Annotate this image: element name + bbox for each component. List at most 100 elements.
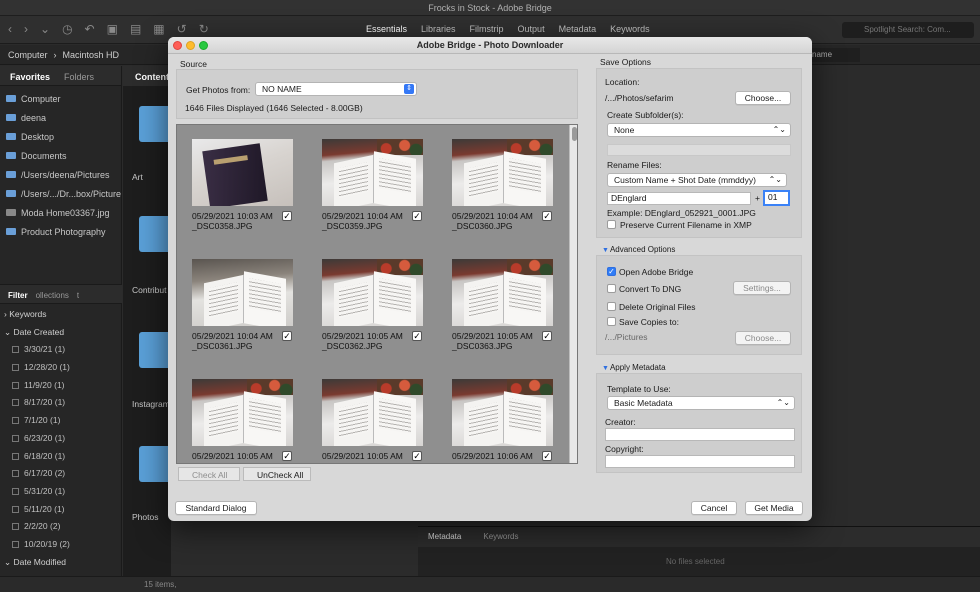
tab-collections[interactable]: ollections — [36, 291, 69, 303]
tab-content[interactable]: Content — [123, 66, 171, 86]
filter-date-item[interactable]: 5/11/20 (1) — [0, 501, 122, 519]
workspace-essentials[interactable]: Essentials — [366, 24, 407, 34]
thumbnail[interactable]: 05/29/2021 10:05 AM ✓ — [307, 379, 437, 463]
filter-checkbox[interactable] — [12, 470, 19, 478]
favorite-item[interactable]: /Users/.../Dr...box/Pictures — [0, 185, 121, 204]
thumbnail[interactable]: 05/29/2021 10:06 AM ✓ — [437, 379, 567, 463]
standard-dialog-button[interactable]: Standard Dialog — [175, 501, 257, 515]
advanced-options-toggle[interactable]: ▼Advanced Options — [602, 245, 675, 254]
scrollbar-thumb[interactable] — [572, 127, 577, 141]
filter-date-item[interactable]: 11/9/20 (1) — [0, 377, 122, 395]
filter-checkbox[interactable] — [12, 487, 19, 495]
thumbnail-checkbox[interactable]: ✓ — [542, 331, 552, 341]
favorite-item[interactable]: Product Photography — [0, 223, 121, 242]
rotate-right-icon[interactable]: ↻ — [199, 22, 209, 36]
filter-checkbox[interactable] — [12, 523, 19, 531]
forward-icon[interactable]: › — [24, 22, 28, 36]
folder-icon[interactable] — [139, 216, 171, 252]
thumbnail-grid[interactable]: 05/29/2021 10:03 AM _DSC0358.JPG ✓ 05/29/… — [176, 124, 578, 464]
breadcrumb-macintosh-hd[interactable]: Macintosh HD — [63, 50, 120, 60]
favorite-item[interactable]: Computer — [0, 90, 121, 109]
workspace-filmstrip[interactable]: Filmstrip — [470, 24, 504, 34]
rename-files-select[interactable]: Custom Name + Shot Date (mmddyy) ⌃⌄ — [607, 173, 787, 187]
chevron-down-icon[interactable]: ⌄ — [40, 22, 50, 36]
tab-keywords[interactable]: Keywords — [483, 532, 518, 547]
thumbnail-checkbox[interactable]: ✓ — [412, 451, 422, 461]
thumbnail-checkbox[interactable]: ✓ — [412, 211, 422, 221]
filter-date-item[interactable]: 6/17/20 (2) — [0, 465, 122, 483]
sequence-input[interactable]: 01 — [763, 190, 790, 206]
workspace-libraries[interactable]: Libraries — [421, 24, 456, 34]
photo-thumbnail[interactable] — [322, 259, 423, 326]
template-select[interactable]: Basic Metadata ⌃⌄ — [607, 396, 795, 410]
filter-date-modified[interactable]: ⌄ Date Modified — [0, 554, 122, 572]
filter-checkbox[interactable] — [12, 434, 19, 442]
filter-checkbox[interactable] — [12, 505, 19, 513]
create-subfolders-select[interactable]: None ⌃⌄ — [607, 123, 791, 137]
dng-settings-button[interactable]: Settings... — [733, 281, 791, 295]
filter-date-item[interactable]: 8/17/20 (1) — [0, 394, 122, 412]
thumbnail[interactable]: 05/29/2021 10:05 AM _DSC0362.JPG ✓ — [307, 259, 437, 379]
creator-input[interactable] — [605, 428, 795, 441]
thumbnail-checkbox[interactable]: ✓ — [542, 451, 552, 461]
thumbnail[interactable]: 05/29/2021 10:04 AM _DSC0360.JPG ✓ — [437, 139, 567, 259]
tab-export[interactable]: t — [77, 291, 79, 303]
thumbnail[interactable]: 05/29/2021 10:05 AM ✓ — [177, 379, 307, 463]
tab-filter[interactable]: Filter — [8, 291, 28, 303]
photo-thumbnail[interactable] — [452, 259, 553, 326]
thumbnail-checkbox[interactable]: ✓ — [542, 211, 552, 221]
filter-date-created[interactable]: ⌄ Date Created — [0, 324, 122, 342]
photo-thumbnail[interactable] — [452, 139, 553, 206]
favorite-item[interactable]: Moda Home03367.jpg — [0, 204, 121, 223]
filter-date-item[interactable]: 5/31/20 (1) — [0, 483, 122, 501]
folder-icon[interactable] — [139, 332, 171, 368]
favorite-item[interactable]: /Users/deena/Pictures — [0, 166, 121, 185]
filter-checkbox[interactable] — [12, 540, 19, 548]
filter-checkbox[interactable] — [12, 452, 19, 460]
get-photos-select[interactable]: NO NAME ⇕ — [255, 82, 417, 96]
tab-favorites[interactable]: Favorites — [10, 72, 50, 85]
custom-name-input[interactable]: DEnglard — [607, 192, 751, 205]
save-copies-checkbox[interactable] — [607, 317, 616, 326]
photo-thumbnail[interactable] — [192, 139, 293, 206]
check-all-button[interactable]: Check All — [178, 467, 240, 481]
favorite-item[interactable]: Documents — [0, 147, 121, 166]
workspace-output[interactable]: Output — [518, 24, 545, 34]
thumbnail[interactable]: 05/29/2021 10:03 AM _DSC0358.JPG ✓ — [177, 139, 307, 259]
thumbnail[interactable]: 05/29/2021 10:04 AM _DSC0361.JPG ✓ — [177, 259, 307, 379]
filter-date-item[interactable]: 12/28/20 (1) — [0, 359, 122, 377]
boomerang-icon[interactable]: ↶ — [85, 22, 95, 36]
minimize-window-button[interactable] — [186, 41, 195, 50]
zoom-window-button[interactable] — [199, 41, 208, 50]
preserve-filename-checkbox[interactable] — [607, 220, 616, 229]
photo-thumbnail[interactable] — [322, 139, 423, 206]
refine-icon[interactable]: ▤ — [130, 22, 141, 36]
recent-icon[interactable]: ◷ — [62, 22, 72, 36]
location-choose-button[interactable]: Choose... — [735, 91, 791, 105]
filter-date-item[interactable]: 2/2/20 (2) — [0, 518, 122, 536]
filter-date-item[interactable]: 7/1/20 (1) — [0, 412, 122, 430]
delete-originals-checkbox[interactable] — [607, 302, 616, 311]
workspace-metadata[interactable]: Metadata — [559, 24, 597, 34]
copies-choose-button[interactable]: Choose... — [735, 331, 791, 345]
thumbnail-checkbox[interactable]: ✓ — [282, 211, 292, 221]
cancel-button[interactable]: Cancel — [691, 501, 737, 515]
filter-date-item[interactable]: 10/20/19 (2) — [0, 536, 122, 554]
favorite-item[interactable]: Desktop — [0, 128, 121, 147]
convert-dng-checkbox[interactable] — [607, 284, 616, 293]
tab-metadata[interactable]: Metadata — [428, 532, 461, 547]
filter-checkbox[interactable] — [12, 381, 19, 389]
tab-folders[interactable]: Folders — [64, 72, 94, 85]
thumbnail-checkbox[interactable]: ✓ — [282, 331, 292, 341]
thumbnail[interactable]: 05/29/2021 10:04 AM _DSC0359.JPG ✓ — [307, 139, 437, 259]
rotate-left-icon[interactable]: ↺ — [177, 22, 187, 36]
filter-checkbox[interactable] — [12, 399, 19, 407]
photo-thumbnail[interactable] — [322, 379, 423, 446]
open-recent-icon[interactable]: ▦ — [153, 22, 164, 36]
folder-icon[interactable] — [139, 106, 171, 142]
search-input[interactable]: Spotlight Search: Com... — [842, 22, 974, 38]
photo-thumbnail[interactable] — [452, 379, 553, 446]
workspace-keywords[interactable]: Keywords — [610, 24, 650, 34]
favorite-item[interactable]: deena — [0, 109, 121, 128]
thumbnail-checkbox[interactable]: ✓ — [412, 331, 422, 341]
